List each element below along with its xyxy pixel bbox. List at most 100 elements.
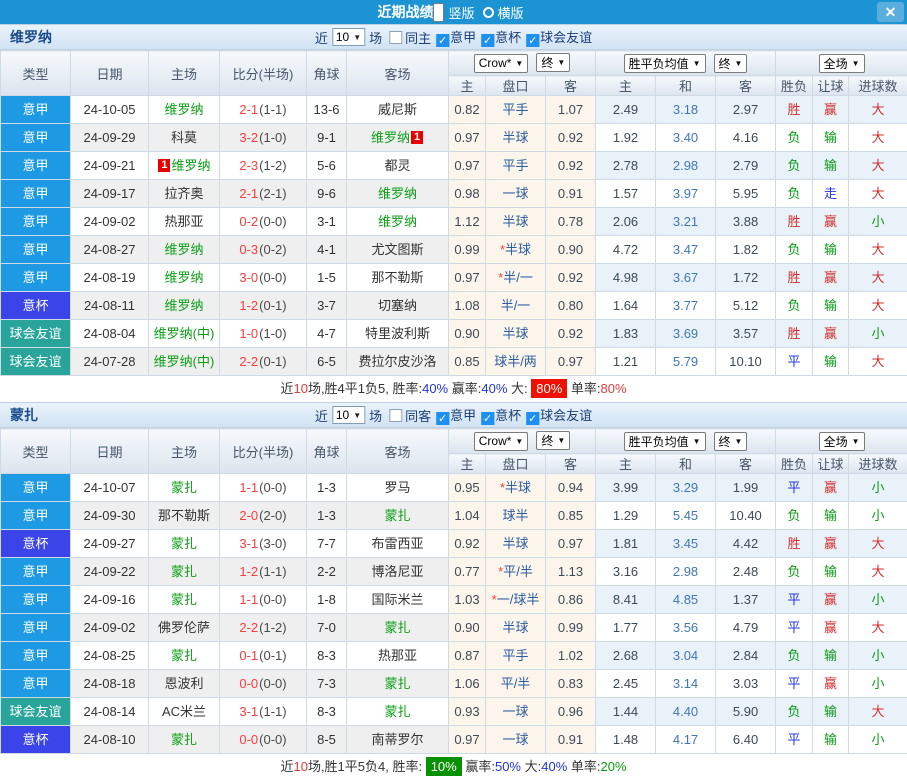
summary-segment: 40% — [422, 381, 448, 396]
score: 0-3(0-2) — [220, 236, 307, 264]
corners: 3-7 — [307, 292, 347, 320]
match-date: 24-10-07 — [71, 474, 149, 502]
vertical-layout-radio[interactable] — [433, 3, 444, 22]
horizontal-layout-radio[interactable] — [483, 7, 494, 18]
summary-segment: 胜率: — [392, 759, 425, 774]
goals-result: 大 — [849, 558, 907, 586]
same-venue-checkbox[interactable] — [389, 409, 402, 422]
match-row: 意甲24-09-22蒙扎1-2(1-1)2-2博洛尼亚0.77*平/半1.133… — [1, 558, 907, 586]
asian-handicap: 一球 — [486, 180, 546, 208]
asian-away-odds: 0.96 — [546, 698, 596, 726]
home-team: AC米兰 — [149, 698, 220, 726]
same-venue-checkbox[interactable] — [389, 31, 402, 44]
match-row: 意甲24-10-07蒙扎1-1(0-0)1-3罗马0.95*半球0.943.99… — [1, 474, 907, 502]
col-header-home: 主场 — [149, 429, 220, 474]
goals-result: 大 — [849, 236, 907, 264]
euro-away-odds: 4.79 — [716, 614, 776, 642]
away-team: 切塞纳 — [347, 292, 449, 320]
euro-final-select[interactable]: 终▼ — [714, 54, 748, 73]
team-section-header-monza: 蒙扎 近 10▼ 场 同客 ✓意甲✓意杯✓球会友谊 — [0, 402, 907, 428]
monza-summary: 近10场,胜1平5负4, 胜率: 10% 赢率:50% 大:40% 单率:20% — [0, 754, 907, 780]
euro-away-odds: 5.95 — [716, 180, 776, 208]
home-team: 科莫 — [149, 124, 220, 152]
goals-result: 大 — [849, 614, 907, 642]
subcol-winloss: 胜负 — [776, 454, 813, 474]
match-date: 24-09-30 — [71, 502, 149, 530]
col-header-corners: 角球 — [307, 429, 347, 474]
asian-away-odds: 1.02 — [546, 642, 596, 670]
asian-final-select[interactable]: 终▼ — [536, 53, 570, 72]
score: 1-1(0-0) — [220, 586, 307, 614]
col-header-date: 日期 — [71, 429, 149, 474]
league-filter-checkbox[interactable]: ✓ — [526, 34, 539, 47]
match-count-select[interactable]: 10▼ — [332, 28, 365, 46]
corners: 1-3 — [307, 502, 347, 530]
winloss-result: 平 — [776, 586, 813, 614]
euro-home-odds: 1.64 — [596, 292, 656, 320]
match-row: 意甲24-08-27维罗纳0-3(0-2)4-1尤文图斯0.99*半球0.904… — [1, 236, 907, 264]
asian-home-odds: 0.93 — [449, 698, 486, 726]
away-team: 国际米兰 — [347, 586, 449, 614]
league-type: 意甲 — [1, 670, 71, 698]
league-filter-checkbox[interactable]: ✓ — [481, 34, 494, 47]
asian-home-odds: 0.87 — [449, 642, 486, 670]
goals-result: 大 — [849, 292, 907, 320]
winloss-result: 负 — [776, 236, 813, 264]
euro-away-odds: 2.48 — [716, 558, 776, 586]
red-card-badge: 1 — [158, 159, 170, 172]
subcol-euro-draw: 和 — [656, 454, 716, 474]
euro-home-odds: 1.48 — [596, 726, 656, 754]
euro-draw-odds: 3.45 — [656, 530, 716, 558]
euro-draw-odds: 2.98 — [656, 152, 716, 180]
summary-segment: 10% — [426, 757, 462, 776]
winloss-result: 负 — [776, 292, 813, 320]
handicap-result: 输 — [813, 348, 849, 376]
asian-final-select[interactable]: 终▼ — [536, 431, 570, 450]
subcol-handicap: 盘口 — [486, 76, 546, 96]
asian-away-odds: 0.99 — [546, 614, 596, 642]
winloss-result: 负 — [776, 558, 813, 586]
average-select[interactable]: 胜平负均值▼ — [624, 54, 706, 73]
summary-segment: 40% — [481, 381, 507, 396]
col-header-away: 客场 — [347, 51, 449, 96]
goals-result: 大 — [849, 530, 907, 558]
euro-home-odds: 2.06 — [596, 208, 656, 236]
summary-segment: 80% — [531, 379, 567, 398]
league-filter-checkbox[interactable]: ✓ — [526, 412, 539, 425]
bookmaker-select[interactable]: Crow*▼ — [474, 54, 529, 73]
chevron-down-icon: ▼ — [353, 33, 361, 42]
asian-odds-controls: Crow*▼ 终▼ — [449, 429, 596, 454]
col-header-home: 主场 — [149, 51, 220, 96]
euro-away-odds: 5.90 — [716, 698, 776, 726]
winloss-result: 平 — [776, 614, 813, 642]
subcol-goals: 进球数 — [849, 454, 907, 474]
scope-select[interactable]: 全场▼ — [819, 432, 865, 451]
corners: 7-3 — [307, 670, 347, 698]
match-date: 24-07-28 — [71, 348, 149, 376]
close-icon[interactable]: ✕ — [877, 2, 904, 22]
away-team: 蒙扎 — [347, 614, 449, 642]
average-select[interactable]: 胜平负均值▼ — [624, 432, 706, 451]
league-filter-checkbox[interactable]: ✓ — [436, 34, 449, 47]
winloss-result: 平 — [776, 726, 813, 754]
euro-draw-odds: 3.67 — [656, 264, 716, 292]
league-type: 球会友谊 — [1, 698, 71, 726]
euro-draw-odds: 3.29 — [656, 474, 716, 502]
bookmaker-select[interactable]: Crow*▼ — [474, 432, 529, 451]
handicap-result: 输 — [813, 558, 849, 586]
euro-final-select[interactable]: 终▼ — [714, 432, 748, 451]
team-section-header-verona: 维罗纳 近 10▼ 场 同主 ✓意甲✓意杯✓球会友谊 — [0, 24, 907, 50]
away-team: 威尼斯 — [347, 96, 449, 124]
match-count-select[interactable]: 10▼ — [332, 406, 365, 424]
scope-select[interactable]: 全场▼ — [819, 54, 865, 73]
league-filter-checkbox[interactable]: ✓ — [481, 412, 494, 425]
goals-result: 小 — [849, 320, 907, 348]
goals-result: 小 — [849, 726, 907, 754]
asian-away-odds: 0.92 — [546, 124, 596, 152]
match-row: 意甲24-09-211维罗纳2-3(1-2)5-6都灵0.97平手0.922.7… — [1, 152, 907, 180]
asian-handicap: 平/半 — [486, 670, 546, 698]
league-filter-checkbox[interactable]: ✓ — [436, 412, 449, 425]
corners: 9-6 — [307, 180, 347, 208]
score: 2-1(1-1) — [220, 96, 307, 124]
euro-away-odds: 2.79 — [716, 152, 776, 180]
